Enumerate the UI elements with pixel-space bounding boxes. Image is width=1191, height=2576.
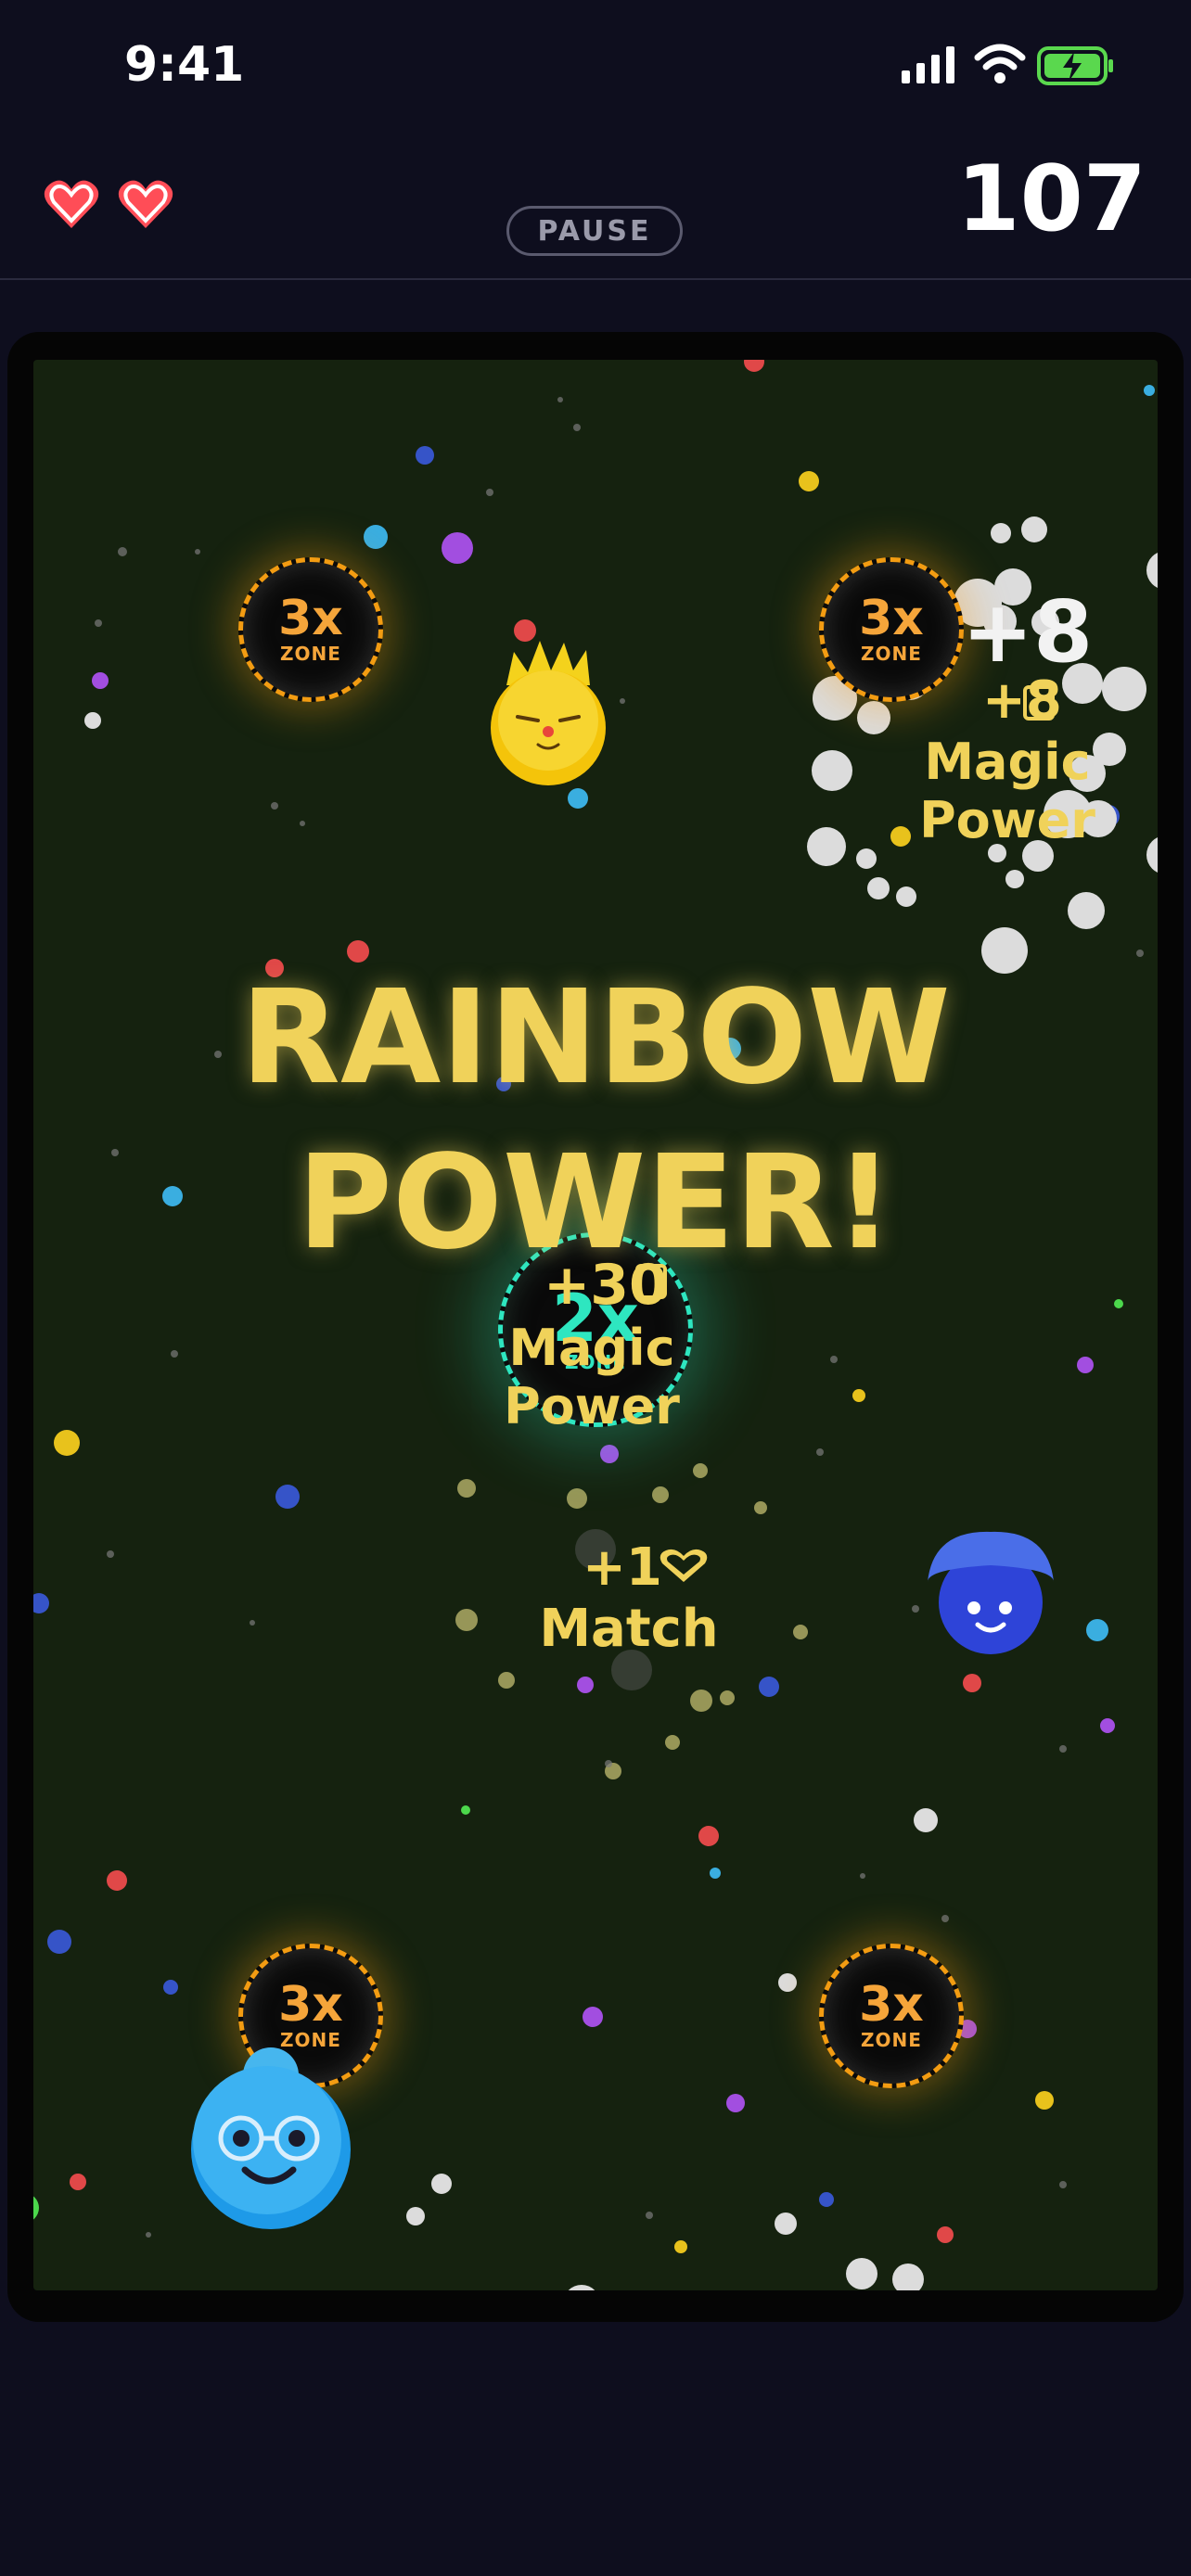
clock: 9:41: [124, 37, 245, 93]
life-heart-icon: [118, 180, 173, 228]
gem-icon: [635, 1264, 667, 1299]
match-points-popup: +1: [583, 1537, 662, 1598]
zone-multiplier: 3x: [278, 591, 343, 646]
status-bar: 9:41: [0, 0, 1191, 139]
score-popup-big: +8: [962, 582, 1094, 682]
magic-power-label-center: Magic Power: [504, 1319, 680, 1435]
zone-3x-top-left: 3x ZONE: [238, 557, 383, 702]
rainbow-power-banner-line1: RAINBOW: [240, 963, 951, 1114]
zone-label: ZONE: [861, 2029, 922, 2051]
zone-multiplier: 3x: [859, 1977, 924, 2033]
zone-multiplier: 3x: [859, 591, 924, 646]
play-arena[interactable]: 3x ZONE 3x ZONE 2x ZONE 3x ZONE 3x ZONE …: [33, 360, 1158, 2290]
battery-charging-icon: [1037, 46, 1113, 85]
gem-icon: [1023, 685, 1055, 721]
zone-label: ZONE: [861, 643, 922, 665]
life-heart-icon: [44, 180, 99, 228]
game-hud: PAUSE 107: [0, 139, 1191, 280]
light-blue-glasses-blob[interactable]: [187, 2047, 354, 2229]
blue-hat-blob[interactable]: [924, 1530, 1057, 1654]
zone-3x-top-right: 3x ZONE: [819, 557, 964, 702]
game-board: 3x ZONE 3x ZONE 2x ZONE 3x ZONE 3x ZONE …: [7, 332, 1184, 2322]
zone-label: ZONE: [280, 643, 341, 665]
match-label: Match: [539, 1599, 719, 1659]
yellow-crown-blob[interactable]: [486, 639, 610, 787]
pause-button[interactable]: PAUSE: [506, 206, 683, 256]
gold-heart-icon: [660, 1549, 708, 1582]
wifi-icon: [974, 44, 1026, 83]
zone-3x-bottom-right: 3x ZONE: [819, 1944, 964, 2088]
score-counter: 107: [956, 147, 1146, 252]
cellular-signal-icon: [902, 46, 954, 83]
magic-power-label-top: Magic Power: [919, 733, 1095, 849]
zone-multiplier: 3x: [278, 1977, 343, 2033]
